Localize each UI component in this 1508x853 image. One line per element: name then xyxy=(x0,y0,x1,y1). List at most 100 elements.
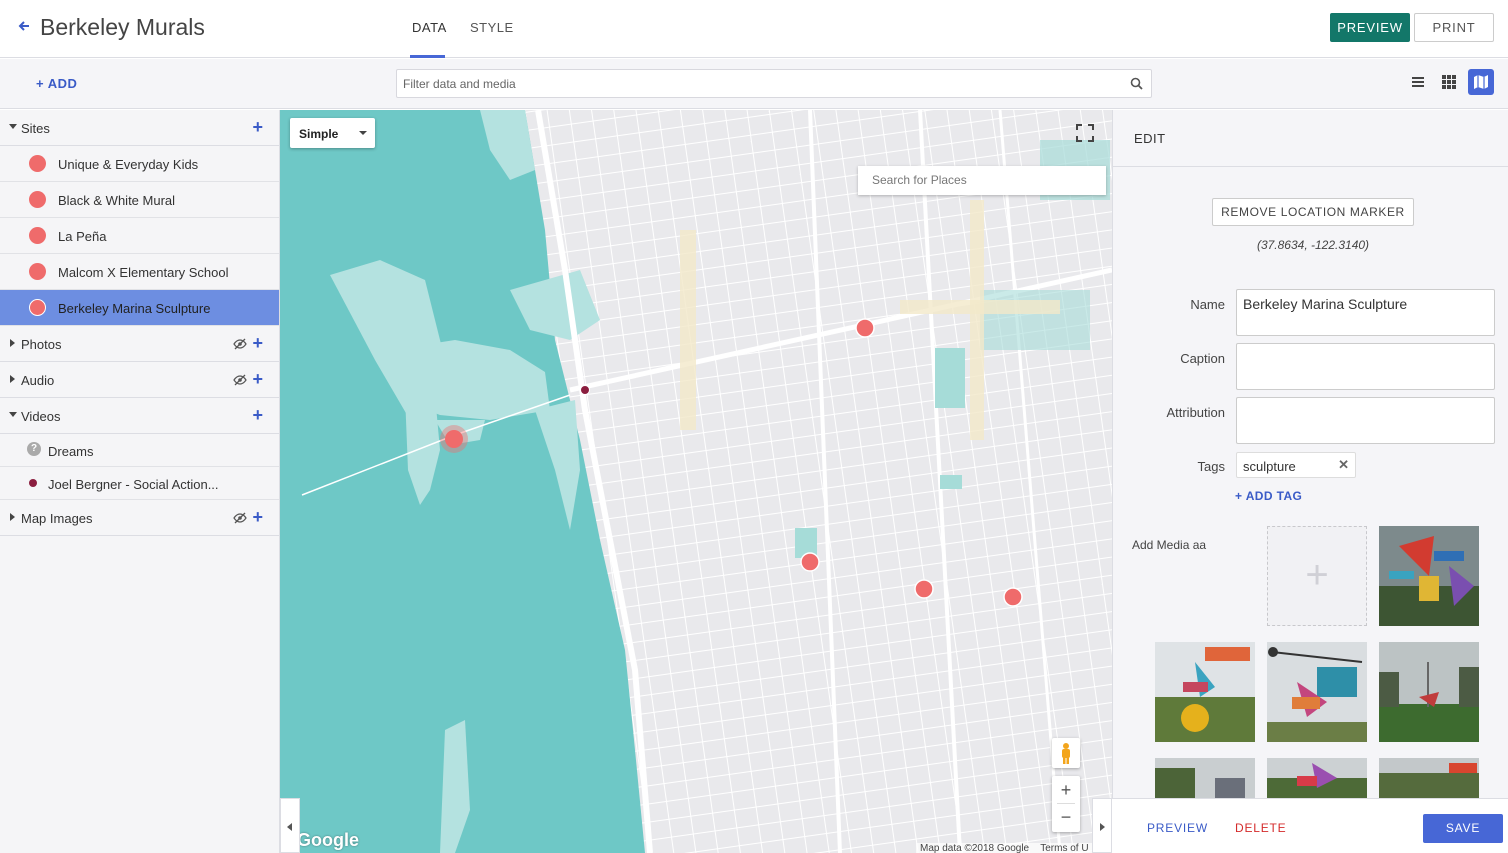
group-map-images[interactable]: Map Images + xyxy=(0,500,279,536)
add-button[interactable]: + ADD xyxy=(36,76,77,91)
hidden-eye-icon[interactable] xyxy=(233,512,247,524)
tag-text: sculpture xyxy=(1243,459,1296,474)
map-style-value: Simple xyxy=(299,127,339,141)
add-tag-label: ADD TAG xyxy=(1245,489,1303,503)
marker-dot-icon xyxy=(29,479,37,487)
map-tiles[interactable] xyxy=(280,110,1112,853)
active-tab-indicator xyxy=(410,55,445,58)
place-search-field[interactable] xyxy=(858,166,1106,195)
map-marker[interactable] xyxy=(800,552,820,572)
add-audio-icon[interactable]: + xyxy=(252,369,263,390)
add-photo-icon[interactable]: + xyxy=(252,333,263,354)
terms-link[interactable]: Terms of U xyxy=(1040,843,1088,853)
list-view-icon[interactable] xyxy=(1405,69,1431,95)
list-item[interactable]: Black & White Mural xyxy=(0,182,279,218)
map-style-select[interactable]: Simple xyxy=(290,118,375,148)
map-canvas[interactable]: Simple + − Google Map data ©2018 Google … xyxy=(280,110,1112,853)
caret-right-icon[interactable] xyxy=(10,513,15,521)
list-item[interactable]: La Peña xyxy=(0,218,279,254)
app-header: Berkeley Murals DATA STYLE PREVIEW PRINT xyxy=(0,0,1508,58)
group-label: Audio xyxy=(21,373,55,388)
name-label: Name xyxy=(1190,297,1225,312)
remove-location-marker-button[interactable]: REMOVE LOCATION MARKER xyxy=(1212,198,1414,226)
hidden-eye-icon[interactable] xyxy=(233,374,247,386)
toolbar: + ADD xyxy=(0,59,1508,109)
add-media-button[interactable]: + xyxy=(1267,526,1367,626)
preview-button[interactable]: PREVIEW xyxy=(1330,13,1410,42)
media-thumbnail[interactable] xyxy=(1155,642,1255,742)
group-photos[interactable]: Photos + xyxy=(0,326,279,362)
list-item-label: Berkeley Marina Sculpture xyxy=(58,301,211,316)
layers-sidebar: Sites + Unique & Everyday Kids Black & W… xyxy=(0,110,280,853)
caption-field[interactable] xyxy=(1236,343,1495,390)
media-thumbnail[interactable] xyxy=(1267,758,1367,798)
list-item[interactable]: ? Dreams xyxy=(0,434,279,467)
video-marker[interactable] xyxy=(580,385,590,395)
save-button[interactable]: SAVE xyxy=(1423,814,1503,843)
map-marker-berkeley-marina-sculpture[interactable] xyxy=(445,430,463,448)
coordinates: (37.8634, -122.3140) xyxy=(1256,238,1370,252)
map-marker[interactable] xyxy=(855,318,875,338)
media-thumbnail[interactable] xyxy=(1379,642,1479,742)
add-media-label: Add Media aa xyxy=(1132,538,1207,552)
grid-view-icon[interactable] xyxy=(1436,69,1462,95)
group-label: Videos xyxy=(21,409,61,424)
attribution-label: Attribution xyxy=(1166,405,1225,420)
add-video-icon[interactable]: + xyxy=(252,405,263,426)
place-search-input[interactable] xyxy=(872,166,1102,193)
caret-down-icon[interactable] xyxy=(9,412,17,417)
list-item-selected[interactable]: Berkeley Marina Sculpture xyxy=(0,290,279,326)
map-attribution: Map data ©2018 Google Terms of U xyxy=(916,843,1093,853)
marker-dot-icon xyxy=(29,227,46,244)
media-thumbnail[interactable] xyxy=(1379,758,1479,798)
remove-tag-icon[interactable]: ✕ xyxy=(1338,457,1349,473)
group-sites[interactable]: Sites + xyxy=(0,110,279,146)
list-item[interactable]: Malcom X Elementary School xyxy=(0,254,279,290)
map-data-credit: Map data ©2018 Google xyxy=(920,843,1030,853)
group-audio[interactable]: Audio + xyxy=(0,362,279,398)
caption-label: Caption xyxy=(1180,351,1225,366)
tab-style[interactable]: STYLE xyxy=(470,20,514,35)
back-arrow-icon[interactable] xyxy=(18,20,32,34)
media-thumbnail[interactable] xyxy=(1267,642,1367,742)
attribution-field[interactable] xyxy=(1236,397,1495,444)
marker-dot-icon xyxy=(29,299,46,316)
caret-down-icon[interactable] xyxy=(9,124,17,129)
caret-right-icon[interactable] xyxy=(10,375,15,383)
filter-field[interactable] xyxy=(396,69,1152,98)
add-map-image-icon[interactable]: + xyxy=(252,507,263,528)
add-site-icon[interactable]: + xyxy=(252,117,263,138)
search-icon[interactable] xyxy=(1130,77,1143,90)
list-item-label: Black & White Mural xyxy=(58,193,176,208)
hidden-eye-icon[interactable] xyxy=(233,338,247,350)
marker-dot-icon xyxy=(29,191,46,208)
zoom-out-button[interactable]: − xyxy=(1052,806,1080,828)
collapse-sidebar-button[interactable] xyxy=(280,798,300,853)
filter-input[interactable] xyxy=(403,70,1103,97)
media-thumbnail[interactable] xyxy=(1155,758,1255,798)
caret-right-icon[interactable] xyxy=(10,339,15,347)
print-button[interactable]: PRINT xyxy=(1414,13,1494,42)
list-item[interactable]: Unique & Everyday Kids xyxy=(0,146,279,182)
map-view-icon[interactable] xyxy=(1468,69,1494,95)
collapse-edit-panel-button[interactable] xyxy=(1092,798,1112,853)
delete-button[interactable]: DELETE xyxy=(1235,821,1286,835)
add-tag-button[interactable]: + ADD TAG xyxy=(1235,489,1302,503)
map-marker[interactable] xyxy=(1003,587,1023,607)
list-item-label: Unique & Everyday Kids xyxy=(58,157,199,172)
group-label: Sites xyxy=(21,121,50,136)
list-item[interactable]: Joel Bergner - Social Action... xyxy=(0,467,279,500)
zoom-control: + − xyxy=(1052,776,1080,832)
tag-chip: sculpture ✕ xyxy=(1236,452,1356,478)
name-field[interactable]: Berkeley Marina Sculpture xyxy=(1236,289,1495,336)
question-icon: ? xyxy=(27,442,41,456)
zoom-in-button[interactable]: + xyxy=(1052,779,1080,801)
group-videos[interactable]: Videos + xyxy=(0,398,279,434)
map-marker[interactable] xyxy=(914,579,934,599)
fullscreen-icon[interactable] xyxy=(1070,118,1100,148)
chevron-down-icon xyxy=(359,131,367,135)
street-view-pegman-icon[interactable] xyxy=(1052,738,1080,768)
tab-data[interactable]: DATA xyxy=(412,20,447,35)
footer-preview-button[interactable]: PREVIEW xyxy=(1147,821,1208,835)
media-thumbnail[interactable] xyxy=(1379,526,1479,626)
